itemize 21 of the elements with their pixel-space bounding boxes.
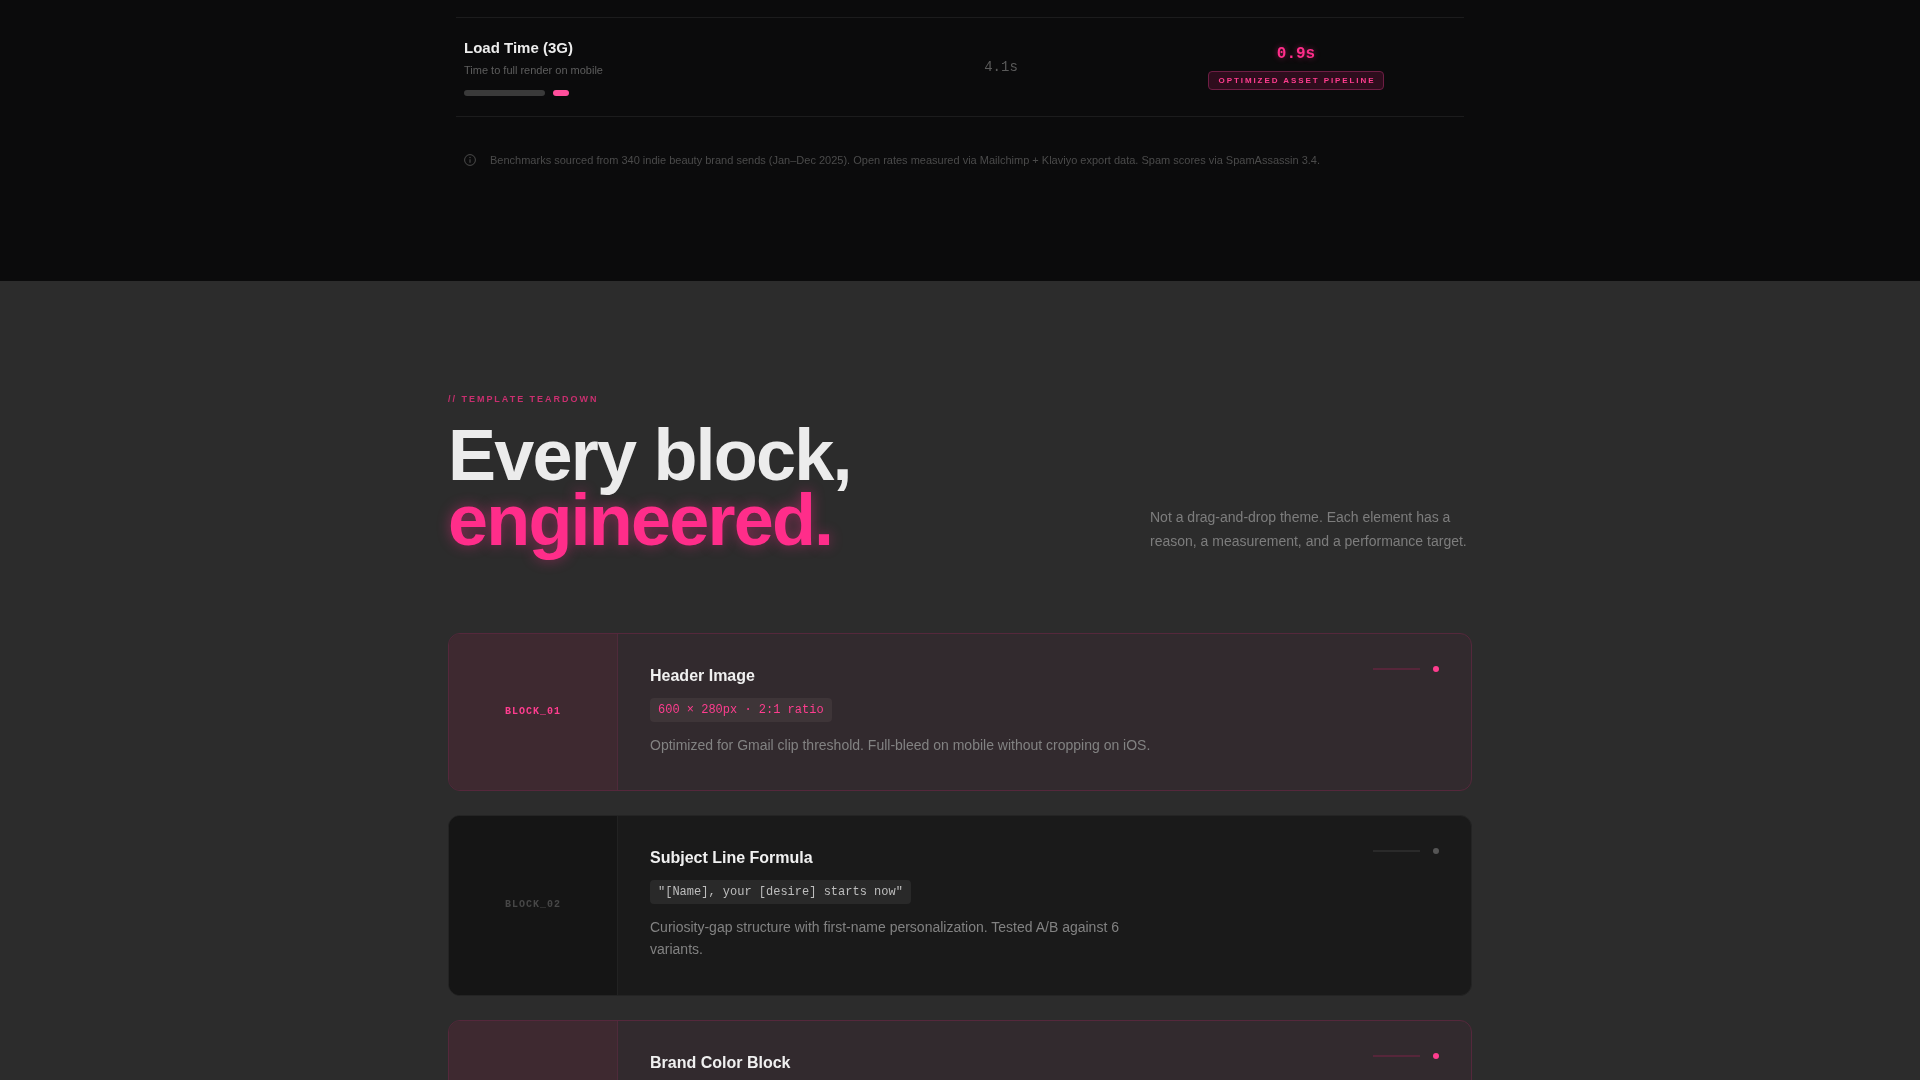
indicator-icon xyxy=(1373,665,1439,672)
after-value: 0.9s xyxy=(1275,44,1317,65)
block-title: Subject Line Formula xyxy=(650,848,813,868)
block-label: BLOCK_01 xyxy=(505,704,561,719)
info-icon xyxy=(464,154,476,166)
eyebrow-label: // TEMPLATE TEARDOWN xyxy=(448,393,599,405)
indicator-icon xyxy=(1373,848,1439,854)
optimization-badge: OPTIMIZED ASSET PIPELINE xyxy=(1207,71,1385,90)
metric-description: Time to full render on mobile xyxy=(464,63,603,78)
block-description: Curiosity-gap structure with first-name personalization. Tested A/B against 6 variants. xyxy=(650,918,1120,960)
comparison-bars-icon xyxy=(464,90,569,96)
block-title: Header Image xyxy=(650,665,755,686)
footnote-text: Benchmarks sourced from 340 indie beauty brand sends (Jan–Dec 2025). Open rates measured via Mailchimp + Klaviyo export data. Spam scores via SpamAssassin 3.4. xyxy=(490,153,1320,168)
spec-code: 600 × 280px · 2:1 ratio xyxy=(650,697,832,722)
intro-text: Not a drag-and-drop theme. Each element has a reason, a measurement, and a performance target. xyxy=(1150,507,1468,551)
block-description: Optimized for Gmail clip threshold. Full-bleed on mobile without cropping on iOS. xyxy=(650,735,1152,755)
block-title: Brand Color Block xyxy=(650,1052,791,1073)
indicator-icon xyxy=(1373,1052,1439,1059)
spec-code: "[Name], your [desire] starts now" xyxy=(650,880,911,904)
metric-title: Load Time (3G) xyxy=(464,38,573,58)
before-value: 4.1s xyxy=(984,58,1018,77)
